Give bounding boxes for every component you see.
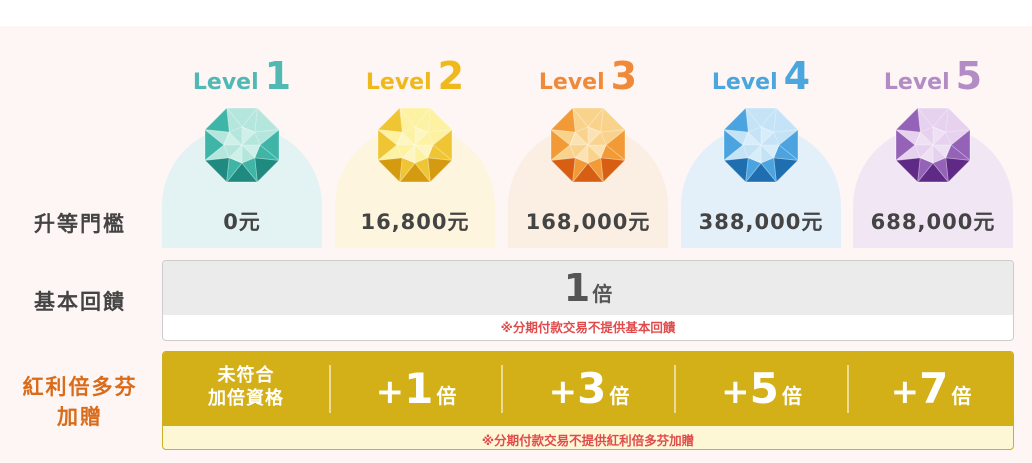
bonus-not-eligible-line1: 未符合 [217,365,275,386]
level-threshold: 168,000元 [525,210,651,234]
base-reward-multiplier: 1 [563,266,591,310]
bonus-level-5: +7 倍 [849,352,1013,426]
gem-facet [550,107,576,133]
gem-icon [549,106,627,184]
gem-facet [377,107,403,133]
bonus-multiplier: 5 [749,364,779,413]
level-title: Level 5 [853,54,1013,98]
level-word: Level [883,70,950,95]
gem-facet [204,107,230,133]
level-number: 1 [264,54,292,98]
gem-facet [427,107,453,133]
level-title: Level 2 [335,54,495,98]
bonus-plus: + [375,372,405,412]
gem-facet [254,157,280,183]
bonus-level-2: +1 倍 [331,352,501,426]
level-number: 5 [955,54,983,98]
gem-facet [895,107,921,133]
level-word: Level [538,70,605,95]
bonus-unit: 倍 [781,384,802,408]
bonus-reward-box: 未符合 加倍資格 +1 倍 +3 倍 +5 倍 +7 倍 ※分期付款交易不提供紅利倍多芬… [162,351,1014,450]
bonus-plus: + [890,372,920,412]
gem-icon [376,106,454,184]
level-column-2: Level 2 16,800元 [335,26,495,248]
bonus-reward-bar: 未符合 加倍資格 +1 倍 +3 倍 +5 倍 +7 倍 [163,352,1013,426]
level-column-5: Level 5 688,000元 [853,26,1013,248]
gem-facet [377,157,403,183]
bonus-level-3: +3 倍 [503,352,675,426]
gem-facet [550,157,576,183]
gem-icon [722,106,800,184]
bonus-unit: 倍 [609,384,630,408]
base-reward-box: 1倍 ※分期付款交易不提供基本回饋 [162,260,1014,341]
level-number: 2 [437,54,465,98]
bonus-reward-note: ※分期付款交易不提供紅利倍多芬加贈 [481,433,695,448]
bonus-multiplier: 1 [404,364,434,413]
gem-facet [945,157,971,183]
gem-icon [203,106,281,184]
base-reward-unit: 倍 [592,282,613,306]
bonus-not-eligible-line2: 加倍資格 [208,388,284,409]
level-number: 4 [783,54,811,98]
bonus-multiplier: 3 [577,364,607,413]
threshold-row-label: 升等門檻 [34,212,126,236]
level-threshold: 688,000元 [870,210,996,234]
bonus-not-eligible: 未符合 加倍資格 [163,352,329,426]
base-reward-note: ※分期付款交易不提供基本回饋 [500,320,676,335]
gem-facet [723,107,749,133]
gem-facet [600,107,626,133]
base-reward-value: 1倍 [163,261,1013,315]
level-threshold: 16,800元 [360,210,470,234]
level-word: Level [711,70,778,95]
gem-facet [773,157,799,183]
bonus-row-label-line2: 加贈 [57,405,103,429]
bonus-row-label: 紅利倍多芬 加贈 [0,372,160,432]
gem-icon [894,106,972,184]
bonus-unit: 倍 [436,384,457,408]
gem-facet [427,157,453,183]
gem-facet [895,157,921,183]
level-word: Level [365,70,432,95]
bonus-multiplier: 7 [919,364,949,413]
gem-facet [945,107,971,133]
gem-facet [254,107,280,133]
level-word: Level [192,70,259,95]
level-column-4: Level 4 388,000元 [681,26,841,248]
level-column-1: Level 1 0元 [162,26,322,248]
bonus-unit: 倍 [951,384,972,408]
level-title: Level 3 [508,54,668,98]
bonus-level-4: +5 倍 [676,352,847,426]
bonus-row-label-line1: 紅利倍多芬 [22,375,138,399]
level-threshold: 388,000元 [698,210,824,234]
base-reward-row-label: 基本回饋 [34,290,126,314]
bonus-plus: + [548,372,578,412]
level-number: 3 [610,54,638,98]
level-column-3: Level 3 168,000元 [508,26,668,248]
gem-facet [204,157,230,183]
bonus-plus: + [721,372,750,412]
level-title: Level 4 [681,54,841,98]
level-threshold: 0元 [223,210,261,234]
gem-facet [773,107,799,133]
gem-facet [600,157,626,183]
gem-facet [723,157,749,183]
level-title: Level 1 [162,54,322,98]
